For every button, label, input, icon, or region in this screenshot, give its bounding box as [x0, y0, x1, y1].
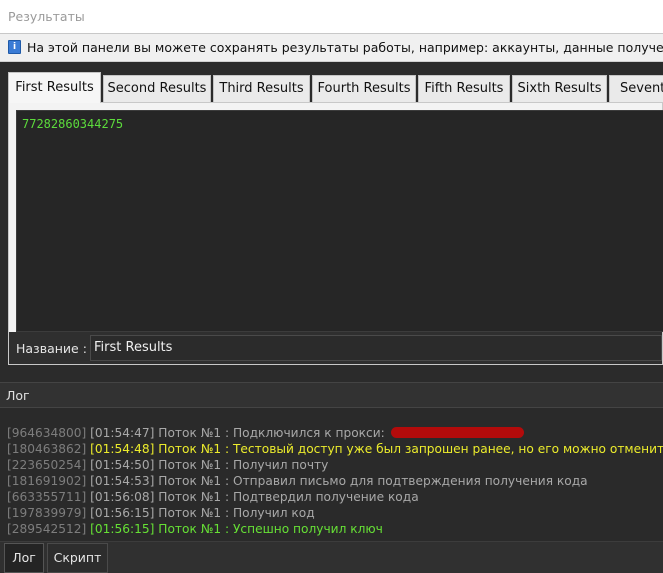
log-line: [181691902] [01:54:53] Поток №1 : Отправ…	[7, 474, 588, 488]
results-content: 77282860344275 Название : First Results	[8, 102, 663, 365]
log-line: [289542512] [01:56:15] Поток №1 : Успешн…	[7, 522, 383, 536]
name-input[interactable]: First Results	[90, 335, 662, 361]
results-panel: First Results Second Results Third Resul…	[0, 62, 663, 382]
redacted-proxy	[390, 427, 524, 438]
info-icon: i	[8, 40, 21, 54]
results-tabs: First Results Second Results Third Resul…	[8, 72, 663, 103]
tab-fifth-results[interactable]: Fifth Results	[418, 75, 510, 102]
log-header: Лог	[0, 382, 663, 408]
tab-fourth-results[interactable]: Fourth Results	[312, 75, 416, 102]
results-textarea[interactable]: 77282860344275	[16, 110, 663, 332]
log-line: [180463862] [01:54:48] Поток №1 : Тестов…	[7, 442, 663, 456]
info-bar: i На этой панели вы можете сохранять рез…	[0, 34, 663, 62]
log-line: [964634800] [01:54:47] Поток №1 : Подклю…	[7, 426, 524, 440]
window-titlebar: Результаты	[0, 0, 663, 34]
info-text: На этой панели вы можете сохранять резул…	[27, 40, 663, 55]
bottom-tabs: Лог Скрипт	[0, 541, 663, 573]
name-row: Название : First Results	[9, 332, 662, 364]
name-label: Название :	[16, 341, 87, 356]
log-area[interactable]: [964634800] [01:54:47] Поток №1 : Подклю…	[0, 408, 663, 541]
log-line: [223650254] [01:54:50] Поток №1 : Получи…	[7, 458, 329, 472]
window-title: Результаты	[8, 9, 85, 24]
tab-sixth-results[interactable]: Sixth Results	[512, 75, 607, 102]
result-value: 77282860344275	[22, 117, 124, 131]
log-line: [197839979] [01:56:15] Поток №1 : Получи…	[7, 506, 315, 520]
tab-script[interactable]: Скрипт	[47, 543, 108, 573]
tab-seventh-results[interactable]: Seventh	[609, 75, 663, 102]
tab-first-results[interactable]: First Results	[8, 72, 101, 103]
tab-third-results[interactable]: Third Results	[213, 75, 310, 102]
tab-log[interactable]: Лог	[4, 543, 44, 573]
tab-second-results[interactable]: Second Results	[103, 75, 211, 102]
log-title: Лог	[6, 388, 30, 403]
log-line: [663355711] [01:56:08] Поток №1 : Подтве…	[7, 490, 419, 504]
